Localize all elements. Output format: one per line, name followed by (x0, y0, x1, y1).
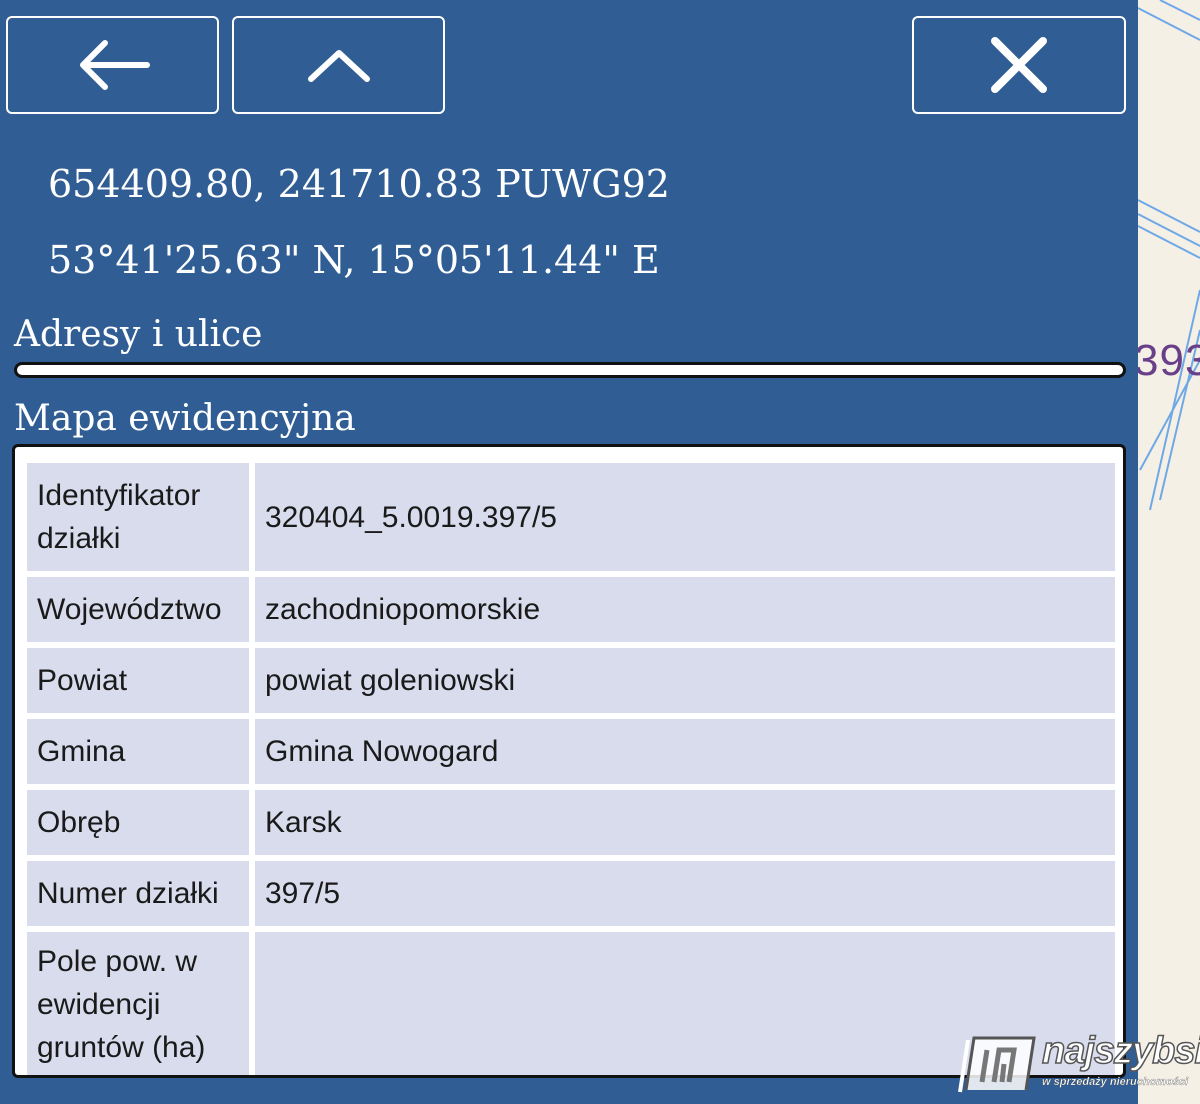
brand-name: najszybsi (1041, 1029, 1200, 1073)
row-value: Karsk (255, 790, 1115, 855)
row-value: powiat goleniowski (255, 648, 1115, 713)
table-row: Identyfikator działki 320404_5.0019.397/… (27, 463, 1115, 571)
cadastral-table-container[interactable]: Identyfikator działki 320404_5.0019.397/… (12, 444, 1126, 1078)
arrow-left-icon (79, 40, 150, 90)
row-value: 320404_5.0019.397/5 (255, 463, 1115, 571)
addresses-section-title[interactable]: Adresy i ulice (14, 314, 262, 355)
table-row: Gmina Gmina Nowogard (27, 719, 1115, 784)
row-value: zachodniopomorskie (255, 577, 1115, 642)
table-row: Powiat powiat goleniowski (27, 648, 1115, 713)
coordinates-wgs84: 53°41'25.63" N, 15°05'11.44" E (48, 238, 660, 282)
row-label: Identyfikator działki (27, 463, 255, 571)
table-row: Województwo zachodniopomorskie (27, 577, 1115, 642)
row-value: Gmina Nowogard (255, 719, 1115, 784)
row-label: Powiat (27, 648, 255, 713)
row-label: Numer działki (27, 861, 255, 926)
row-label: Obręb (27, 790, 255, 855)
parcel-info-table: Identyfikator działki 320404_5.0019.397/… (27, 457, 1115, 1075)
up-button[interactable] (232, 16, 445, 114)
info-panel: 654409.80, 241710.83 PUWG92 53°41'25.63"… (0, 0, 1138, 1104)
close-icon (991, 37, 1047, 93)
brand-watermark: najszybsi w sprzedaży nieruchomości (956, 1029, 1200, 1094)
row-label: Gmina (27, 719, 255, 784)
coordinates-puwg92: 654409.80, 241710.83 PUWG92 (48, 162, 670, 206)
brand-logo-icon (958, 1036, 1036, 1093)
brand-tagline: w sprzedaży nieruchomości (1042, 1076, 1189, 1088)
cadastral-section-title[interactable]: Mapa ewidencyjna (14, 398, 356, 439)
table-row: Numer działki 397/5 (27, 861, 1115, 926)
back-button[interactable] (6, 16, 219, 114)
table-row: Pole pow. w ewidencji gruntów (ha) (27, 932, 1115, 1075)
row-label: Województwo (27, 577, 255, 642)
map-parcel-label: 393 (1134, 336, 1200, 385)
chevron-up-icon (307, 50, 370, 82)
row-value: 397/5 (255, 861, 1115, 926)
addresses-result-bar (14, 362, 1126, 378)
table-row: Obręb Karsk (27, 790, 1115, 855)
close-button[interactable] (912, 16, 1126, 114)
row-label: Pole pow. w ewidencji gruntów (ha) (27, 932, 255, 1075)
